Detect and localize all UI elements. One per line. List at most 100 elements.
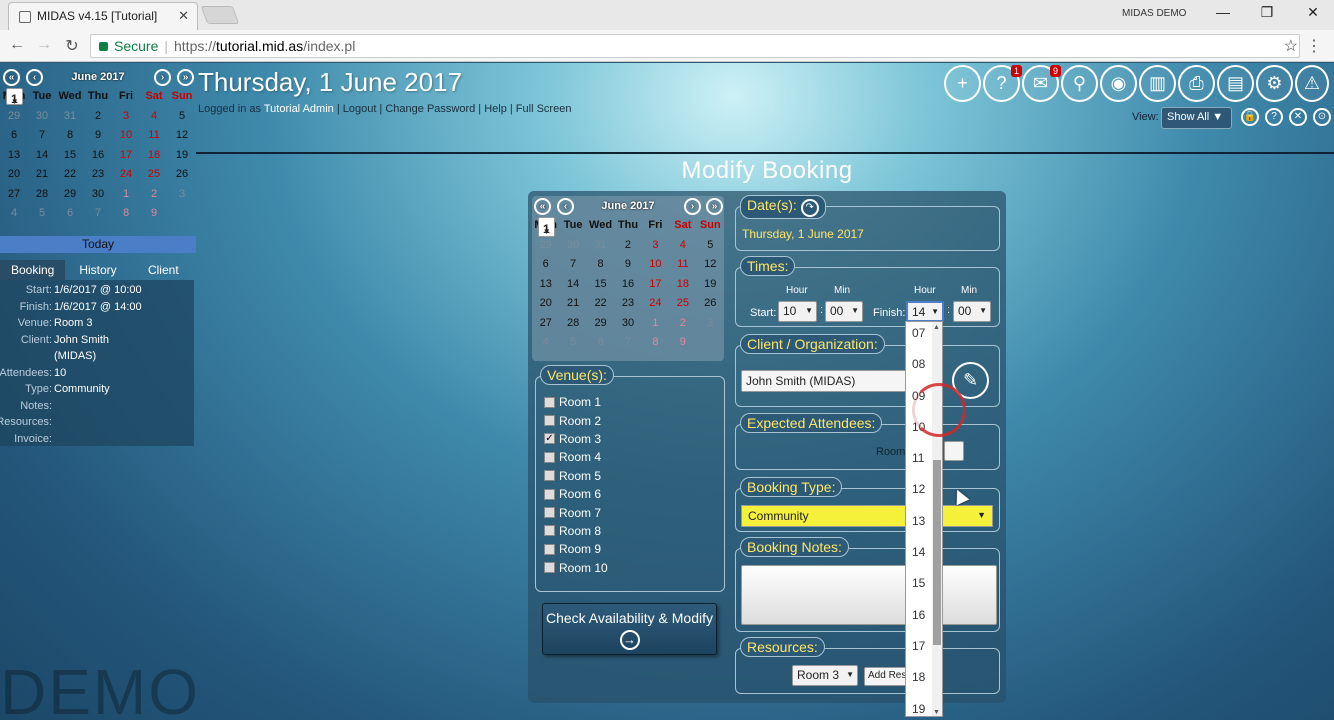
calendar-day[interactable]: 7 — [28, 126, 56, 146]
calendar-day[interactable]: 8 — [112, 204, 140, 224]
venue-checkbox[interactable] — [544, 396, 555, 408]
calendar-day[interactable]: 27 — [532, 314, 559, 334]
calendar-day[interactable]: 3 — [642, 236, 669, 256]
form-next-year-icon[interactable]: » — [706, 198, 723, 215]
calendar-day[interactable]: 8 — [56, 126, 84, 146]
reload-icon[interactable]: ↻ — [62, 36, 82, 56]
resource-room-select[interactable]: Room 3 — [792, 665, 858, 686]
prev-month-icon[interactable]: ‹ — [26, 69, 43, 86]
calendar-day[interactable]: 6 — [56, 204, 84, 224]
calendar-day[interactable]: 16 — [614, 275, 641, 295]
form-next-month-icon[interactable]: › — [684, 198, 701, 215]
calendar-day[interactable]: 14 — [559, 275, 586, 295]
venue-checkbox[interactable] — [544, 525, 555, 537]
venue-item[interactable]: Room 2 — [544, 411, 608, 429]
search-icon[interactable]: ⚲ — [1061, 65, 1098, 102]
venue-checkbox[interactable] — [544, 470, 555, 482]
next-year-icon[interactable]: » — [177, 69, 194, 86]
settings-icon[interactable]: ⚙ — [1256, 65, 1293, 102]
venue-item[interactable]: Room 10 — [544, 559, 608, 577]
calendar-day[interactable]: 2 — [84, 107, 112, 127]
venue-item[interactable]: ✓ Room 3 — [544, 430, 608, 448]
add-icon[interactable]: + — [944, 65, 981, 102]
calendar-day[interactable]: 8 — [642, 333, 669, 353]
venue-checkbox[interactable] — [544, 507, 555, 519]
calendar-day[interactable]: 8 — [587, 255, 614, 275]
check-availability-button[interactable]: Check Availability & Modify → — [542, 603, 717, 655]
form-prev-year-icon[interactable]: « — [534, 198, 551, 215]
calendar-day[interactable]: 31 — [56, 107, 84, 127]
venue-item[interactable]: Room 5 — [544, 467, 608, 485]
calendar-day[interactable]: 5 — [168, 107, 196, 127]
calendar-day[interactable]: 9 — [614, 255, 641, 275]
header-links[interactable]: | Logout | Change Password | Help | Full… — [334, 103, 572, 115]
venue-item[interactable]: Room 6 — [544, 485, 608, 503]
address-bar[interactable]: Secure | https://tutorial.mid.as/index.pl — [90, 34, 1300, 58]
calendar-day[interactable]: 5 — [28, 204, 56, 224]
notes-field[interactable] — [741, 565, 997, 625]
prev-year-icon[interactable]: « — [3, 69, 20, 86]
form-prev-month-icon[interactable]: ‹ — [557, 198, 574, 215]
calendar-day[interactable]: 6 — [587, 333, 614, 353]
start-min-select[interactable]: 00 — [825, 301, 863, 322]
target-icon[interactable]: ⊙ — [1313, 108, 1331, 126]
calendar-day[interactable]: 21 — [559, 294, 586, 314]
calendar-day[interactable]: 1 — [6, 88, 23, 110]
calendar-day[interactable]: 23 — [614, 294, 641, 314]
calendar-day[interactable]: 18 — [669, 275, 696, 295]
calendar-day[interactable]: 30 — [28, 107, 56, 127]
view-icon[interactable]: ◉ — [1100, 65, 1137, 102]
help-small-icon[interactable]: ? — [1265, 108, 1283, 126]
calendar-day[interactable]: 4 — [669, 236, 696, 256]
attendees-field[interactable] — [944, 441, 964, 461]
calendar-day[interactable]: 22 — [587, 294, 614, 314]
today-button[interactable]: Today — [0, 236, 196, 253]
finish-hour-select[interactable]: 14 — [906, 301, 944, 322]
back-icon[interactable]: ← — [7, 36, 27, 54]
calendar-day[interactable]: 28 — [559, 314, 586, 334]
scroll-down-icon[interactable]: ▼ — [933, 709, 940, 716]
calendar-day[interactable]: 30 — [614, 314, 641, 334]
restore-icon[interactable]: ❐ — [1252, 4, 1282, 21]
calendar-day[interactable]: 2 — [614, 236, 641, 256]
calendar-day[interactable]: 7 — [84, 204, 112, 224]
calendar-day[interactable]: 5 — [697, 236, 724, 256]
tab-client[interactable]: Client — [131, 260, 196, 280]
venue-checkbox[interactable] — [544, 562, 555, 574]
booking-type-select[interactable]: Community ▼ — [741, 505, 993, 527]
venue-checkbox[interactable] — [544, 488, 555, 500]
calendar-day[interactable]: 9 — [84, 126, 112, 146]
calendar-day[interactable]: 30 — [84, 185, 112, 205]
scroll-thumb[interactable] — [933, 460, 941, 645]
calendar-day[interactable]: 3 — [697, 314, 724, 334]
reports-icon[interactable]: ▥ — [1139, 65, 1176, 102]
print-icon[interactable]: ⎙ — [1178, 65, 1215, 102]
calendar-day[interactable]: 9 — [669, 333, 696, 353]
dates-picker-icon[interactable]: ↷ — [800, 199, 819, 217]
calendar-day[interactable]: 4 — [0, 204, 28, 224]
calendar-day[interactable]: 6 — [0, 126, 28, 146]
calendar-day[interactable]: 1 — [538, 217, 555, 241]
start-hour-select[interactable]: 10 — [778, 301, 817, 322]
calendar-day[interactable]: 7 — [559, 255, 586, 275]
alert-icon[interactable]: ⚠ — [1295, 65, 1329, 102]
calendar-day[interactable]: 1 — [642, 314, 669, 334]
venue-checkbox[interactable] — [544, 543, 555, 555]
calendar-day[interactable]: 27 — [0, 185, 28, 205]
venue-checkbox[interactable] — [544, 451, 555, 463]
venue-item[interactable]: Room 8 — [544, 522, 608, 540]
calendar-day[interactable]: 3 — [112, 107, 140, 127]
calendar-day[interactable]: 28 — [28, 185, 56, 205]
calendar-day[interactable]: 15 — [587, 275, 614, 295]
tab-booking[interactable]: Booking — [0, 260, 66, 280]
calendar-day[interactable]: 29 — [587, 314, 614, 334]
tab-history[interactable]: History — [65, 260, 130, 280]
calendar-day[interactable]: 29 — [56, 185, 84, 205]
calendar-day[interactable]: 2 — [140, 185, 168, 205]
forward-icon[interactable]: → — [34, 36, 54, 54]
venue-item[interactable]: Room 4 — [544, 448, 608, 466]
close-small-icon[interactable]: ✕ — [1289, 108, 1307, 126]
calendar-day[interactable]: 11 — [669, 255, 696, 275]
venue-checkbox[interactable]: ✓ — [544, 433, 555, 445]
calendar-day[interactable]: 3 — [168, 185, 196, 205]
